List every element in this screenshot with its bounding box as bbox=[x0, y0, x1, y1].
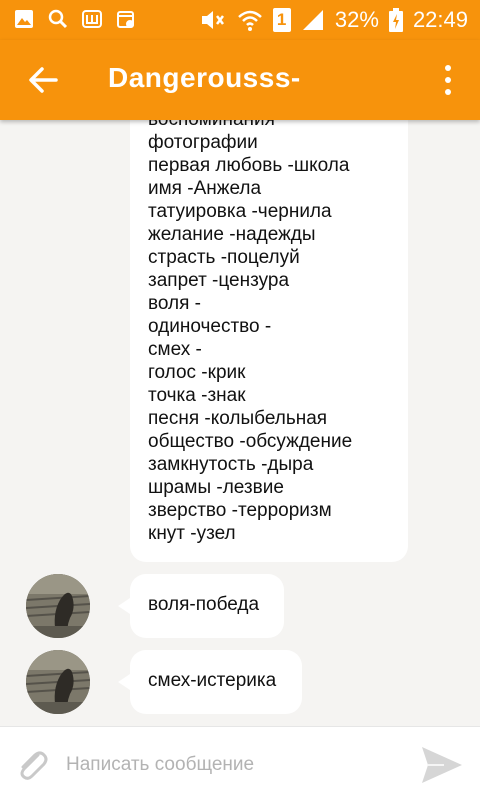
message-line: зверство -терроризм bbox=[148, 500, 332, 521]
message-line: общество -обсуждение bbox=[148, 431, 353, 452]
message-line: одиночество - bbox=[148, 316, 272, 337]
message-text: смех-истерика bbox=[148, 670, 277, 691]
clock: 22:49 bbox=[412, 7, 468, 32]
sender-avatar[interactable] bbox=[26, 574, 90, 638]
message-line: первая любовь -школа bbox=[148, 155, 350, 176]
message-line: запрет -цензура bbox=[148, 270, 290, 291]
message-line: желание -надежды bbox=[148, 224, 316, 245]
composer-bar bbox=[0, 726, 480, 801]
message-line: страсть -поцелуй bbox=[148, 247, 300, 268]
sim-label: 1 bbox=[276, 10, 287, 29]
back-arrow-icon[interactable] bbox=[22, 60, 62, 100]
message-line: шрамы -лезвие bbox=[148, 477, 284, 498]
chat-header: Dangerousss- bbox=[0, 40, 480, 120]
avatar-photo bbox=[26, 650, 90, 714]
wifi-icon bbox=[238, 10, 262, 31]
message-bubble[interactable]: воля-победа bbox=[118, 574, 284, 638]
message-line: татуировка -чернила bbox=[148, 201, 332, 222]
message-line: голос -крик bbox=[148, 362, 246, 383]
chat-title[interactable]: Dangerousss- bbox=[108, 62, 301, 94]
calendar-icon bbox=[117, 11, 134, 28]
message-feed[interactable]: воспоминания фотографии первая любовь -ш… bbox=[0, 120, 480, 726]
battery-percent: 32% bbox=[334, 7, 379, 32]
app-w-icon bbox=[82, 10, 102, 28]
avatar-photo bbox=[26, 574, 90, 638]
message-input[interactable] bbox=[64, 749, 398, 781]
mute-icon bbox=[201, 11, 224, 29]
more-vert-icon[interactable] bbox=[442, 64, 454, 96]
message-line: фотографии bbox=[148, 132, 258, 153]
sender-avatar[interactable] bbox=[26, 650, 90, 714]
gallery-icon bbox=[15, 10, 33, 28]
message-line: имя -Анжела bbox=[148, 178, 262, 199]
message-bubble[interactable]: смех-истерика bbox=[118, 650, 302, 714]
message-text: воля-победа bbox=[148, 594, 260, 615]
paperclip-icon[interactable] bbox=[14, 747, 50, 783]
message-line: точка -знак bbox=[148, 385, 246, 406]
search-icon bbox=[48, 9, 68, 29]
message-line: замкнутость -дыра bbox=[148, 454, 314, 475]
long-message-text: воспоминания фотографии первая любовь -ш… bbox=[148, 120, 352, 545]
signal-icon bbox=[302, 10, 323, 30]
message-line: кнут -узел bbox=[148, 523, 236, 544]
message-line: воля - bbox=[148, 293, 202, 314]
message-line: смех - bbox=[148, 339, 202, 360]
sim-icon: 1 bbox=[272, 8, 291, 32]
message-line: воспоминания bbox=[148, 120, 352, 131]
battery-charging-icon bbox=[388, 8, 403, 32]
message-line: песня -колыбельная bbox=[148, 408, 328, 429]
status-bar: 1 32% 22:49 bbox=[0, 0, 480, 40]
send-icon[interactable] bbox=[420, 745, 464, 785]
